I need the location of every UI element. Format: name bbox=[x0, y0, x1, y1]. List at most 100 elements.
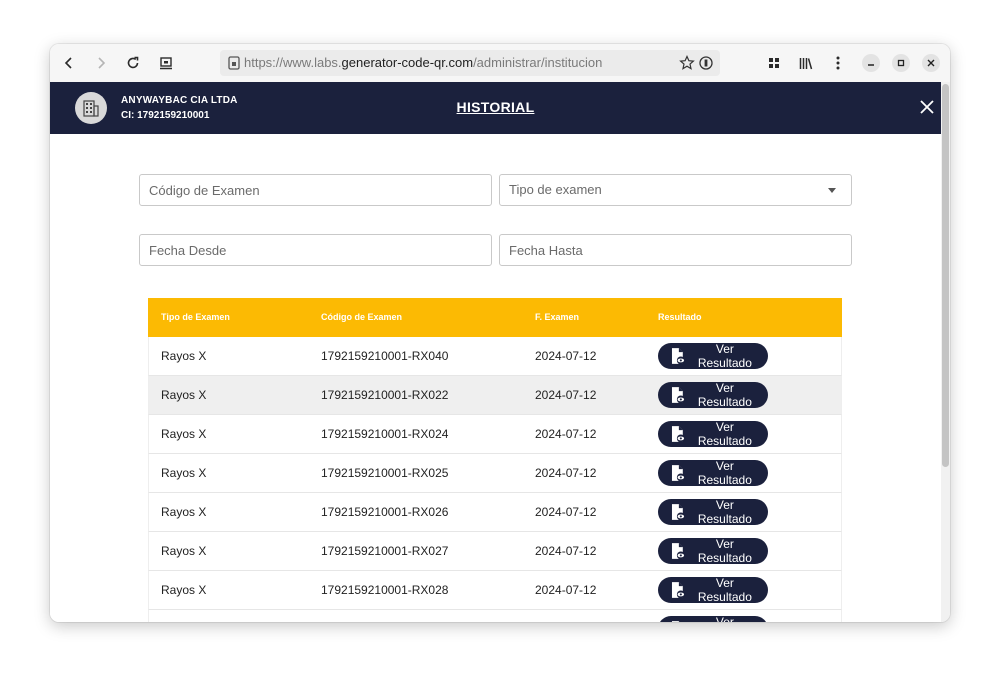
reload-icon bbox=[127, 56, 139, 69]
cell-codigo-examen: 1792159210001-RX025 bbox=[321, 466, 449, 480]
ver-resultado-button[interactable]: Ver Resultado bbox=[658, 615, 768, 622]
ver-resultado-label: Ver Resultado bbox=[715, 615, 734, 622]
codigo-examen-input[interactable] bbox=[149, 175, 482, 205]
tipo-examen-select[interactable]: Tipo de examen bbox=[499, 174, 852, 206]
table-row: Rayos X 1792159210001-RX024 2024-07-12 Ver … bbox=[148, 415, 842, 454]
reader-mode-icon[interactable] bbox=[698, 55, 714, 71]
cell-tipo-examen: Rayos X bbox=[161, 466, 207, 480]
fecha-desde-field[interactable] bbox=[139, 234, 492, 266]
cell-tipo-examen: Rayos X bbox=[161, 388, 207, 402]
ver-resultado-button[interactable]: Ver Resultado bbox=[658, 381, 768, 409]
url-bar[interactable]: https://www.labs.generator-code-qr.com/a… bbox=[220, 50, 720, 76]
cell-tipo-examen: Rayos X bbox=[161, 427, 207, 441]
forward-button[interactable] bbox=[90, 52, 112, 74]
cell-fecha-examen: 2024-07-12 bbox=[535, 466, 597, 480]
url-domain: generator-code-qr.com bbox=[341, 55, 474, 70]
page-viewport: ANYWAYBAC CIA LTDA CI: 1792159210001 HIS… bbox=[50, 82, 941, 622]
ver-resultado-label: Ver Resultado bbox=[697, 342, 752, 370]
document-view-icon bbox=[671, 621, 680, 622]
close-window-button[interactable] bbox=[922, 54, 940, 72]
ver-resultado-button[interactable]: Ver Resultado bbox=[658, 342, 768, 370]
table-row: Rayos X1792159210001-RX0292024-07-12Ver … bbox=[148, 610, 842, 622]
fecha-hasta-input[interactable] bbox=[509, 235, 842, 265]
minimize-icon bbox=[868, 64, 874, 66]
document-view-icon bbox=[671, 348, 685, 365]
extensions-button[interactable] bbox=[763, 52, 785, 74]
arrow-left-icon bbox=[64, 57, 72, 69]
document-view-icon bbox=[671, 582, 685, 599]
document-view-icon bbox=[671, 426, 685, 443]
url-path: /administrar/institucion bbox=[473, 55, 603, 70]
cell-tipo-examen: Rayos X bbox=[161, 583, 207, 597]
fecha-desde-input[interactable] bbox=[149, 235, 482, 265]
cell-tipo-examen: Rayos X bbox=[161, 505, 207, 519]
ver-resultado-button[interactable]: Ver Resultado bbox=[658, 498, 768, 526]
ver-resultado-button[interactable]: Ver Resultado bbox=[658, 537, 768, 565]
fecha-hasta-field[interactable] bbox=[499, 234, 852, 266]
cell-fecha-examen: 2024-07-12 bbox=[535, 583, 597, 597]
back-button[interactable] bbox=[58, 52, 80, 74]
document-view-icon bbox=[671, 543, 685, 560]
cell-fecha-examen: 2024-07-12 bbox=[535, 505, 597, 519]
caret-down-icon bbox=[828, 188, 836, 193]
table-row: Rayos X 1792159210001-RX027 2024-07-12 Ver … bbox=[148, 532, 842, 571]
cell-codigo-examen: 1792159210001-RX028 bbox=[321, 583, 449, 597]
ver-resultado-label: Ver Resultado bbox=[697, 576, 752, 604]
minimize-button[interactable] bbox=[862, 54, 880, 72]
cell-fecha-examen: 2024-07-12 bbox=[535, 388, 597, 402]
cell-fecha-examen: 2024-07-12 bbox=[535, 349, 597, 363]
header-resultado: Resultado bbox=[658, 312, 702, 322]
table-header: Tipo de Examen Código de Examen F. Exame… bbox=[148, 298, 842, 337]
ver-resultado-label: Ver Resultado bbox=[697, 498, 752, 526]
ver-resultado-label: Ver Resultado bbox=[697, 381, 752, 409]
ver-resultado-label: Ver Resultado bbox=[697, 420, 752, 448]
document-view-icon bbox=[671, 465, 685, 482]
cell-fecha-examen: 2024-07-12 bbox=[535, 427, 597, 441]
page-title[interactable]: HISTORIAL bbox=[50, 99, 941, 115]
app-header: ANYWAYBAC CIA LTDA CI: 1792159210001 HIS… bbox=[50, 82, 941, 134]
screenshot-button[interactable] bbox=[155, 52, 177, 74]
tipo-examen-placeholder: Tipo de examen bbox=[509, 182, 602, 197]
scroll-thumb[interactable] bbox=[942, 84, 949, 467]
table-row: Rayos X 1792159210001-RX025 2024-07-12 Ver … bbox=[148, 454, 842, 493]
cell-codigo-examen: 1792159210001-RX027 bbox=[321, 544, 449, 558]
maximize-button[interactable] bbox=[892, 54, 910, 72]
document-view-icon bbox=[671, 387, 685, 404]
cell-codigo-examen: 1792159210001-RX040 bbox=[321, 349, 449, 363]
star-icon[interactable] bbox=[679, 55, 695, 71]
grid-icon bbox=[769, 58, 779, 68]
cell-fecha-examen: 2024-07-12 bbox=[535, 544, 597, 558]
close-icon bbox=[927, 59, 935, 67]
cell-tipo-examen: Rayos X bbox=[161, 544, 207, 558]
ver-resultado-label: Ver Resultado bbox=[697, 459, 752, 487]
cell-codigo-examen: 1792159210001-RX026 bbox=[321, 505, 449, 519]
document-view-icon bbox=[671, 504, 685, 521]
reload-button[interactable] bbox=[122, 52, 144, 74]
ver-resultado-button[interactable]: Ver Resultado bbox=[658, 576, 768, 604]
maximize-icon bbox=[897, 59, 905, 67]
kebab-menu-icon bbox=[836, 56, 840, 70]
table-row: Rayos X 1792159210001-RX026 2024-07-12 Ver … bbox=[148, 493, 842, 532]
screenshot-icon bbox=[160, 57, 172, 70]
menu-button[interactable] bbox=[827, 52, 849, 74]
ver-resultado-label: Ver Resultado bbox=[697, 537, 752, 565]
url-prefix: https://www.labs. bbox=[244, 55, 342, 70]
library-icon bbox=[799, 57, 813, 69]
url-text[interactable]: https://www.labs.generator-code-qr.com/a… bbox=[244, 55, 602, 70]
library-button[interactable] bbox=[795, 52, 817, 74]
header-tipo-examen: Tipo de Examen bbox=[161, 312, 230, 322]
close-icon[interactable] bbox=[919, 99, 935, 115]
browser-toolbar: https://www.labs.generator-code-qr.com/a… bbox=[50, 44, 950, 83]
cell-codigo-examen: 1792159210001-RX024 bbox=[321, 427, 449, 441]
table-row: Rayos X 1792159210001-RX040 2024-07-12 Ver … bbox=[148, 337, 842, 376]
header-codigo-examen: Código de Examen bbox=[321, 312, 403, 322]
vertical-scrollbar[interactable] bbox=[941, 82, 950, 622]
cell-tipo-examen: Rayos X bbox=[161, 349, 207, 363]
codigo-examen-field[interactable] bbox=[139, 174, 492, 206]
ver-resultado-button[interactable]: Ver Resultado bbox=[658, 420, 768, 448]
table-row: Rayos X 1792159210001-RX022 2024-07-12 Ver … bbox=[148, 376, 842, 415]
table-row: Rayos X 1792159210001-RX028 2024-07-12 Ver … bbox=[148, 571, 842, 610]
header-fecha-examen: F. Examen bbox=[535, 312, 580, 322]
cell-codigo-examen: 1792159210001-RX022 bbox=[321, 388, 449, 402]
ver-resultado-button[interactable]: Ver Resultado bbox=[658, 459, 768, 487]
